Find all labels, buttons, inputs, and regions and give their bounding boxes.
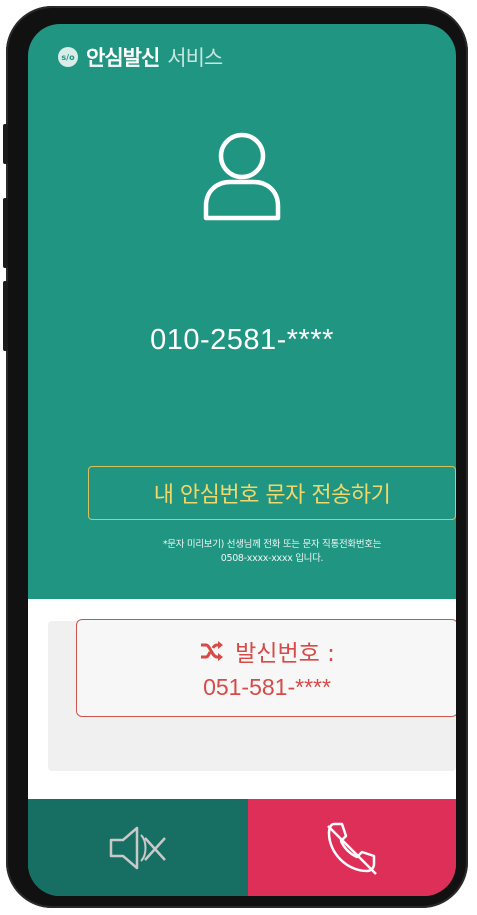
shuffle-icon: [201, 641, 224, 661]
send-sms-button[interactable]: 내 안심번호 문자 전송하기: [88, 466, 456, 520]
send-sms-label: 내 안심번호 문자 전송하기: [153, 483, 391, 508]
notice-line: 0508-xxxx-xxxx 입니다.: [220, 553, 324, 564]
brand-title: 안심발신: [86, 46, 160, 70]
call-number: 010-2581-****: [150, 324, 334, 356]
user-outline-icon: [203, 132, 281, 221]
call-controls: [28, 799, 456, 896]
app-brand: s/o 안심발신 서비스: [58, 42, 223, 72]
caller-id-label: 발신번호 :: [235, 641, 335, 667]
side-button: [3, 281, 8, 351]
speaker-mute-icon: [109, 826, 166, 869]
phone-frame: s/o 안심발신 서비스 010-2581-**** 내 안심번호 문자 전송하…: [3, 6, 468, 908]
caller-id-number: 051-581-****: [203, 674, 331, 700]
end-call-button[interactable]: [248, 799, 456, 896]
side-button: [3, 124, 8, 164]
brand-subtitle: 서비스: [167, 46, 223, 70]
notice-line: *문자 미리보기) 선생님께 전화 또는 문자 직통전화번호는: [162, 539, 382, 550]
app-logo-icon: s/o: [58, 47, 78, 67]
phone-hangup-icon: [327, 822, 377, 875]
mute-button[interactable]: [28, 799, 248, 896]
side-button: [3, 198, 8, 268]
call-screen: s/o 안심발신 서비스 010-2581-**** 내 안심번호 문자 전송하…: [28, 24, 456, 896]
caller-id-switch-button[interactable]: 발신번호 : 051-581-****: [76, 619, 456, 717]
sms-preview-notice: *문자 미리보기) 선생님께 전화 또는 문자 직통전화번호는 0508-xxx…: [90, 538, 454, 566]
caller-id-area: 발신번호 : 051-581-****: [28, 599, 456, 799]
